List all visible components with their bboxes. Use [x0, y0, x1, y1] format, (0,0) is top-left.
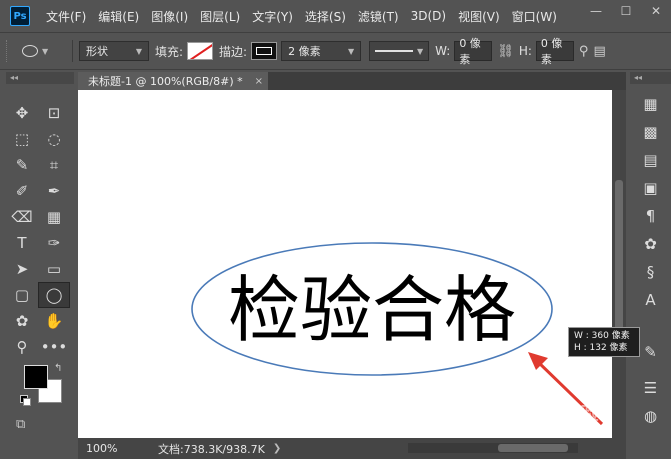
marquee-tool-icon[interactable]: ⬚: [6, 126, 38, 152]
eraser-tool-icon[interactable]: ⌫: [6, 204, 38, 230]
rectangle-tool-icon[interactable]: ▭: [38, 256, 70, 282]
search-icon[interactable]: ⚲: [579, 44, 589, 59]
more-tools-icon[interactable]: •••: [38, 334, 70, 360]
character-panel-icon[interactable]: A: [630, 286, 671, 314]
color-panel-icon[interactable]: ✿: [630, 230, 671, 258]
move-tool-icon[interactable]: ✥: [6, 100, 38, 126]
stroke-swatch[interactable]: [251, 42, 278, 60]
menu-3d[interactable]: 3D(D): [405, 9, 452, 23]
stroke-style-select[interactable]: ▼: [369, 41, 430, 61]
window-controls: — ☐ ✕: [581, 0, 671, 22]
screen-mode-icon[interactable]: ⧉: [16, 417, 25, 432]
horizontal-scrollbar[interactable]: [408, 443, 578, 453]
stroke-width-value: 2 像素: [288, 45, 321, 58]
hand-tool-icon[interactable]: ✋: [38, 308, 70, 334]
layers-panel-icon[interactable]: ▦: [630, 90, 671, 118]
tools-grid: ✥ ⊡ ⬚ ◌ ✎ ⌗ ✐ ✒ ⌫ ▦ T ✑ ➤ ▭ ▢ ◯ ✿ ✋ ⚲ ••…: [6, 100, 74, 360]
tool-preset-picker[interactable]: ▼: [22, 45, 66, 57]
gradient-tool-icon[interactable]: ▦: [38, 204, 70, 230]
crop-tool-icon[interactable]: ⌗: [38, 152, 70, 178]
eyedropper-tool-icon[interactable]: ✐: [6, 178, 38, 204]
brush-tool-icon[interactable]: ✒: [38, 178, 70, 204]
ellipse-tool-icon[interactable]: ◯: [38, 282, 70, 308]
stroke-label: 描边:: [219, 44, 248, 59]
fill-swatch[interactable]: [187, 42, 214, 60]
fill-label: 填充:: [155, 44, 184, 59]
workspace-icon[interactable]: ▤: [593, 44, 605, 59]
stroke-width-select[interactable]: 2 像素 ▼: [281, 41, 362, 61]
path-select-tool-icon[interactable]: ➤: [6, 256, 38, 282]
link-icon[interactable]: ⛓: [497, 44, 514, 59]
paths-panel-icon[interactable]: §: [630, 258, 671, 286]
menu-layer[interactable]: 图层(L): [194, 8, 246, 25]
document-tab-title: 未标题-1 @ 100%(RGB/8#) *: [88, 75, 243, 88]
rounded-rect-tool-icon[interactable]: ▢: [6, 282, 38, 308]
minimize-button[interactable]: —: [581, 0, 611, 22]
chevron-down-icon: ▼: [416, 46, 424, 56]
solid-line-icon: [375, 50, 413, 52]
vertical-scrollbar[interactable]: [612, 90, 626, 438]
close-button[interactable]: ✕: [641, 0, 671, 22]
pen-tool-icon[interactable]: ✑: [38, 230, 70, 256]
menu-type[interactable]: 文字(Y): [246, 8, 299, 25]
paragraph-panel-icon[interactable]: ¶: [630, 202, 671, 230]
chevron-right-icon[interactable]: ❯: [273, 443, 281, 454]
menu-select[interactable]: 选择(S): [299, 8, 352, 25]
quick-select-tool-icon[interactable]: ✎: [6, 152, 38, 178]
zoom-level[interactable]: 100%: [78, 442, 128, 455]
baidu-watermark: Baidu经验: [505, 404, 599, 425]
chevron-down-icon: ▼: [347, 46, 355, 56]
menu-image[interactable]: 图像(I): [145, 8, 194, 25]
menu-file[interactable]: 文件(F): [40, 8, 92, 25]
lasso-tool-icon[interactable]: ◌: [38, 126, 70, 152]
adjustments-panel-icon[interactable]: ▣: [630, 174, 671, 202]
menu-filter[interactable]: 滤镜(T): [352, 8, 405, 25]
options-grip[interactable]: [6, 40, 10, 62]
photoshop-logo: Ps: [10, 6, 30, 26]
menu-view[interactable]: 视图(V): [452, 8, 506, 25]
swap-colors-icon[interactable]: ↰: [54, 363, 62, 374]
tool-mode-select[interactable]: 形状 ▼: [79, 41, 149, 61]
custom-shape-tool-icon[interactable]: ✿: [6, 308, 38, 334]
height-input[interactable]: 0 像素: [535, 37, 574, 66]
document-tab[interactable]: 未标题-1 @ 100%(RGB/8#) * ×: [78, 72, 268, 90]
default-colors-icon[interactable]: [20, 395, 31, 406]
right-panel-dock: ◂◂ ▦ ▩ ▤ ▣ ¶ ✿ § A ✎ ☰ ◍: [630, 72, 671, 459]
zoom-tool-icon[interactable]: ⚲: [6, 334, 38, 360]
swatches-panel-icon[interactable]: ▩: [630, 118, 671, 146]
artboard-tool-icon[interactable]: ⊡: [38, 100, 70, 126]
watermark-url: jingyan.baidu.com: [510, 428, 603, 439]
chevron-down-icon: ▼: [135, 46, 142, 56]
status-bar: 100% 文档:738.3K/938.7K ❯: [78, 438, 626, 459]
canvas-text[interactable]: 检验合格: [228, 268, 516, 352]
color-swatches: ↰: [20, 363, 70, 415]
close-icon[interactable]: ×: [255, 76, 263, 87]
tools-panel: ◂◂ ✥ ⊡ ⬚ ◌ ✎ ⌗ ✐ ✒ ⌫ ▦ T ✑ ➤ ▭ ▢ ◯ ✿ ✋ ⚲…: [6, 72, 74, 459]
collapse-icon[interactable]: ◂◂: [6, 72, 74, 84]
document-tab-bar: 未标题-1 @ 100%(RGB/8#) * ×: [78, 72, 626, 90]
ellipse-tool-icon: [22, 45, 38, 57]
menu-bar: Ps 文件(F) 编辑(E) 图像(I) 图层(L) 文字(Y) 选择(S) 滤…: [0, 0, 671, 32]
menu-edit[interactable]: 编辑(E): [92, 8, 145, 25]
properties-panel-icon[interactable]: ▤: [630, 146, 671, 174]
height-label: H:: [518, 44, 532, 58]
width-input[interactable]: 0 像素: [454, 37, 493, 66]
channels-panel-icon[interactable]: ◍: [630, 402, 671, 430]
foreground-color[interactable]: [24, 365, 48, 389]
maximize-button[interactable]: ☐: [611, 0, 641, 22]
options-bar: ▼ 形状 ▼ 填充: 描边: 2 像素 ▼ ▼ W: 0 像素 ⛓ H: 0 像…: [0, 32, 671, 70]
tool-mode-value: 形状: [86, 45, 108, 58]
width-label: W:: [435, 44, 451, 58]
type-tool-icon[interactable]: T: [6, 230, 38, 256]
chevron-down-icon: ▼: [42, 46, 49, 56]
adjustment-sliders-icon[interactable]: ☰: [630, 374, 671, 402]
document-info: 文档:738.3K/938.7K: [158, 442, 265, 456]
expand-icon[interactable]: ◂◂: [630, 72, 671, 84]
stroke-preview-icon: [256, 47, 273, 55]
menu-window[interactable]: 窗口(W): [506, 8, 563, 25]
